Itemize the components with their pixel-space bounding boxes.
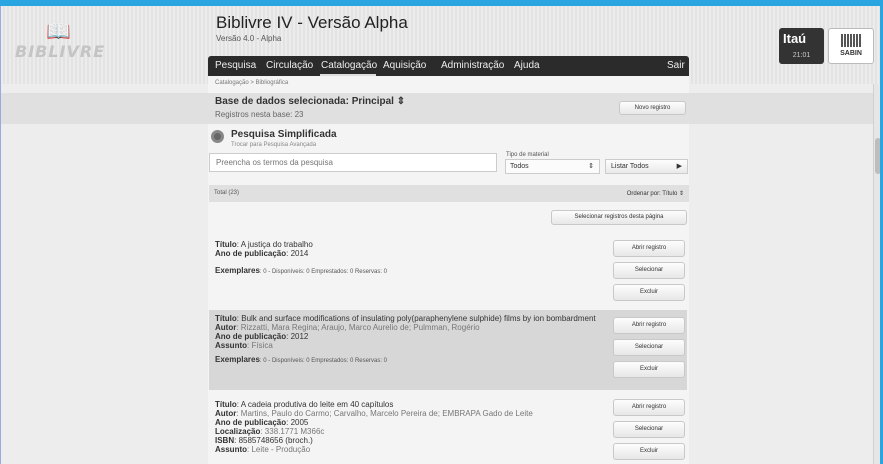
field-label: Ano de publicação	[215, 249, 287, 258]
logo-text: BIBLIVRE	[15, 42, 106, 61]
result-item: Título: A cadeia produtiva do leite em 4…	[209, 396, 606, 464]
result-subject: : Física	[247, 341, 273, 350]
menu-pesquisa[interactable]: Pesquisa	[215, 60, 256, 71]
sabin-text: SABIN	[840, 50, 862, 57]
main-content: Catalogação > Bibliográfica Base de dado…	[1, 76, 880, 464]
database-strip	[1, 93, 880, 124]
result-year: : 2005	[286, 418, 309, 427]
field-label: Autor	[215, 409, 237, 418]
search-input[interactable]	[209, 153, 497, 172]
open-record-button[interactable]: Abrir registro	[613, 399, 685, 416]
book-icon: 📖	[46, 21, 71, 43]
page-scrollbar[interactable]	[873, 84, 880, 464]
search-title: Pesquisa Simplificada	[231, 129, 337, 140]
delete-record-button[interactable]: Excluir	[613, 284, 685, 301]
field-label: Título	[215, 240, 237, 249]
app-window: 📖 BIBLIVRE Biblivre IV - Versão Alpha Ve…	[0, 6, 880, 464]
field-label: ISBN	[215, 436, 235, 445]
database-selector[interactable]: Base de dados selecionada: Principal ⇕	[215, 96, 405, 107]
material-type-label: Tipo de material	[506, 152, 549, 158]
list-all-button[interactable]: Listar Todos ▶	[605, 159, 688, 174]
result-year: : 2014	[286, 249, 309, 258]
menu-ajuda[interactable]: Ajuda	[514, 60, 540, 71]
menu-administracao[interactable]: Administração	[441, 60, 504, 71]
triangle-right-icon: ▶	[676, 163, 682, 170]
result-isbn: : 8585748656 (broch.)	[234, 436, 313, 445]
result-year: : 2012	[286, 332, 309, 341]
results-header: Total (23) Ordenar por: Título ⇕	[209, 185, 689, 202]
open-record-button[interactable]: Abrir registro	[613, 317, 685, 334]
field-label: Título	[215, 400, 237, 409]
field-label: Ano de publicação	[215, 418, 287, 427]
results-total: Total (23)	[214, 190, 240, 196]
material-type-select[interactable]: Todos ⇕	[505, 159, 600, 174]
new-record-button[interactable]: Novo registro	[619, 101, 686, 115]
open-record-button[interactable]: Abrir registro	[613, 240, 685, 257]
list-all-label: Listar Todos	[611, 163, 649, 170]
main-menu: Pesquisa Circulação Catalogação Aquisiçã…	[208, 56, 689, 76]
delete-record-button[interactable]: Excluir	[613, 361, 685, 378]
field-label: Autor	[215, 323, 237, 332]
result-author: : Martins, Paulo do Carmo; Carvalho, Mar…	[236, 409, 533, 418]
field-label: Localização	[215, 427, 261, 436]
scrollbar-thumb[interactable]	[875, 138, 880, 174]
menu-catalogacao[interactable]: Catalogação	[321, 60, 377, 71]
search-pin-icon	[211, 130, 224, 143]
field-label: Assunto	[215, 445, 247, 454]
result-title: : Bulk and surface modifications of insu…	[236, 314, 596, 323]
sort-select[interactable]: Ordenar por: Título ⇕	[627, 190, 684, 197]
sponsor-sabin-logo: SABIN	[828, 28, 874, 64]
advanced-search-link[interactable]: Trocar para Pesquisa Avançada	[231, 142, 316, 148]
app-title: Biblivre IV - Versão Alpha	[216, 13, 408, 32]
top-bar: 📖 BIBLIVRE Biblivre IV - Versão Alpha Ve…	[1, 6, 880, 84]
sabin-emblem-icon	[841, 34, 862, 47]
result-item: Título: A justiça do trabalho Ano de pub…	[209, 236, 606, 306]
sponsor-itau-logo: Itaú 21:01	[779, 28, 824, 64]
biblivre-logo[interactable]: 📖 BIBLIVRE	[9, 16, 129, 76]
select-record-button[interactable]: Selecionar	[613, 262, 685, 279]
result-copies: Exemplares: 0 - Disponíveis: 0 Emprestad…	[215, 355, 387, 364]
select-arrows-icon: ⇕	[588, 163, 594, 170]
logout-link[interactable]: Sair	[667, 60, 685, 71]
menu-aquisicao[interactable]: Aquisição	[383, 60, 426, 71]
field-label: Título	[215, 314, 237, 323]
select-record-button[interactable]: Selecionar	[613, 421, 685, 438]
result-title: : A justiça do trabalho	[236, 240, 313, 249]
select-record-button[interactable]: Selecionar	[613, 339, 685, 356]
menu-circulacao[interactable]: Circulação	[266, 60, 313, 71]
field-label: Assunto	[215, 341, 247, 350]
clock: 21:01	[792, 52, 811, 59]
material-type-value: Todos	[510, 163, 529, 170]
select-page-button[interactable]: Selecionar registros desta página	[551, 210, 687, 225]
itau-text: Itaú	[783, 31, 807, 46]
app-version: Versão 4.0 - Alpha	[216, 34, 282, 43]
result-copies: Exemplares: 0 - Disponíveis: 0 Emprestad…	[215, 266, 387, 275]
result-subject: : Leite - Produção	[247, 445, 311, 454]
record-count: Registros nesta base: 23	[215, 110, 304, 119]
delete-record-button[interactable]: Excluir	[613, 443, 685, 460]
result-author: : Rizzatti, Mara Regina; Araujo, Marco A…	[236, 323, 480, 332]
breadcrumb[interactable]: Catalogação > Bibliográfica	[215, 80, 288, 86]
result-location: : 338.1771 M366c	[260, 427, 325, 436]
result-title: : A cadeia produtiva do leite em 40 capí…	[236, 400, 394, 409]
field-label: Ano de publicação	[215, 332, 287, 341]
